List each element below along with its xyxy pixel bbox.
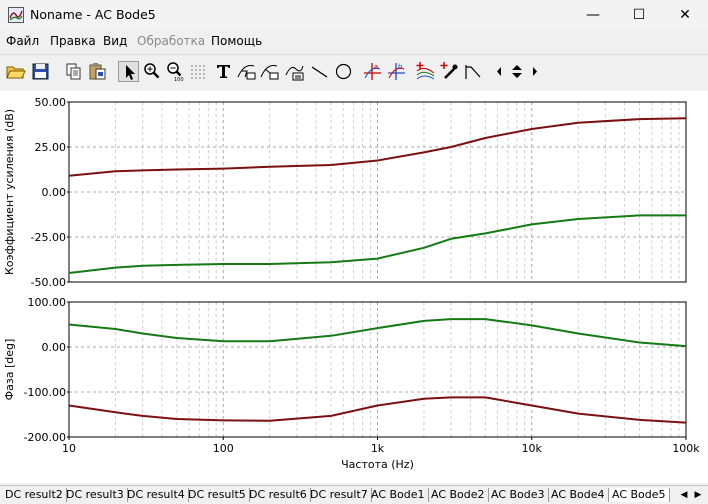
y-tick-label: 25.00	[35, 141, 67, 154]
tab-dc-result4[interactable]: DC result4	[124, 488, 189, 502]
result-tabs: DC result2 DC result3 DC result4 DC resu…	[0, 485, 708, 504]
circle-tool-icon	[335, 63, 352, 80]
menu-bar: Файл Правка Вид Обработка Помощь	[0, 30, 708, 52]
zoom-in-button[interactable]	[141, 61, 162, 82]
grid-dots-icon	[191, 65, 205, 79]
zoom-in-icon	[144, 63, 160, 79]
y-tick-label: 100.00	[28, 296, 67, 309]
zoom-out-icon: 100	[167, 62, 184, 82]
bode-asymptote-button[interactable]	[463, 61, 484, 82]
curve-label-alt-icon	[260, 65, 279, 80]
curve-label-button[interactable]	[236, 61, 257, 82]
tab-dc-result5[interactable]: DC result5	[185, 488, 250, 502]
equation-label-icon	[285, 65, 304, 81]
pick-color-icon	[440, 62, 458, 79]
grid-button[interactable]	[188, 61, 209, 82]
y-axis-label: Коэффициент усиления (dB)	[3, 109, 16, 275]
y-axis-label: Фаза [deg]	[3, 339, 16, 401]
menu-edit[interactable]: Правка	[50, 34, 96, 48]
y-tick-label: -25.00	[31, 231, 66, 244]
pick-color-button[interactable]	[439, 61, 460, 82]
svg-text:a: a	[374, 63, 378, 71]
tab-scroll-right-icon[interactable]: ▶	[692, 488, 704, 502]
close-icon: ✕	[679, 7, 691, 23]
y-tick-label: 0.00	[42, 341, 67, 354]
svg-text:b: b	[398, 63, 403, 71]
y-tick-label: -200.00	[24, 431, 66, 444]
y-tick-label: 0.00	[42, 186, 67, 199]
add-curve-icon	[416, 62, 435, 80]
scroll-left-icon	[497, 67, 501, 76]
cursor-b-icon: b	[388, 63, 405, 80]
x-tick-label: 100k	[672, 442, 700, 455]
curve-label-icon	[237, 65, 256, 80]
tab-ac-bode2[interactable]: AC Bode2	[428, 488, 489, 502]
circle-tool-button[interactable]	[333, 61, 354, 82]
pointer-button[interactable]	[118, 61, 139, 82]
maximize-icon: ☐	[632, 7, 646, 23]
scroll-left-button[interactable]	[493, 61, 505, 82]
app-icon	[8, 7, 24, 23]
maximize-button[interactable]: ☐	[616, 0, 662, 30]
x-tick-label: 100	[213, 442, 234, 455]
menu-file[interactable]: Файл	[6, 34, 39, 48]
equation-label-button[interactable]	[284, 61, 305, 82]
scroll-updown-icon	[512, 65, 522, 78]
scroll-right-icon	[533, 67, 537, 76]
tab-dc-result6[interactable]: DC result6	[246, 488, 311, 502]
text-tool-icon	[217, 65, 230, 78]
cursor-b-button[interactable]: b	[386, 61, 407, 82]
save-disk-icon	[32, 63, 49, 80]
save-button[interactable]	[30, 61, 51, 82]
x-axis-label: Частота (Hz)	[341, 458, 414, 471]
bode-asymptote-icon	[465, 65, 481, 79]
cursor-a-icon: a	[364, 63, 381, 80]
cursor-a-button[interactable]: a	[362, 61, 383, 82]
window-title: Noname - AC Bode5	[30, 7, 156, 22]
tab-ac-bode5[interactable]: AC Bode5	[609, 488, 670, 502]
bode-plot[interactable]: 50.00 25.00 0.00 -25.00 -50.00 Коэффициент ус…	[0, 91, 708, 483]
paste-icon	[89, 63, 106, 80]
tab-ac-bode1[interactable]: AC Bode1	[368, 488, 429, 502]
menu-processing[interactable]: Обработка	[137, 34, 205, 48]
copy-button[interactable]	[63, 61, 84, 82]
bode-plot-area[interactable]: 50.00 25.00 0.00 -25.00 -50.00 Коэффициент ус…	[0, 91, 708, 483]
tab-dc-result3[interactable]: DC result3	[63, 488, 128, 502]
tab-dc-result7[interactable]: DC result7	[307, 488, 372, 502]
menu-view[interactable]: Вид	[103, 34, 127, 48]
minimize-button[interactable]: —	[570, 0, 616, 30]
scroll-right-button[interactable]	[529, 61, 541, 82]
toolbar: 100 a b	[0, 54, 708, 91]
zoom-out-caption: 100	[174, 77, 184, 82]
close-button[interactable]: ✕	[662, 0, 708, 30]
menu-help[interactable]: Помощь	[211, 34, 262, 48]
x-tick-label: 1k	[371, 442, 385, 455]
tab-ac-bode3[interactable]: AC Bode3	[488, 488, 549, 502]
minimize-icon: —	[586, 7, 600, 23]
open-folder-icon	[6, 66, 26, 79]
tab-scroll-left-icon[interactable]: ◀	[678, 488, 690, 502]
zoom-out-button[interactable]: 100	[164, 61, 185, 82]
tab-ac-bode4[interactable]: AC Bode4	[548, 488, 609, 502]
y-tick-label: -50.00	[31, 276, 66, 289]
scroll-updown-button[interactable]	[506, 61, 528, 82]
curve-label-alt-button[interactable]	[259, 61, 280, 82]
y-tick-label: -100.00	[24, 386, 66, 399]
pointer-icon	[126, 65, 135, 80]
copy-icon	[66, 63, 81, 80]
text-tool-button[interactable]	[213, 61, 234, 82]
title-bar: Noname - AC Bode5 — ☐ ✕	[0, 0, 708, 30]
open-button[interactable]	[5, 61, 26, 82]
y-tick-label: 50.00	[35, 96, 67, 109]
x-tick-label: 10	[62, 442, 76, 455]
tab-dc-result2[interactable]: DC result2	[2, 488, 67, 502]
add-curve-button[interactable]	[415, 61, 436, 82]
line-tool-button[interactable]	[309, 61, 330, 82]
line-tool-icon	[311, 66, 328, 78]
paste-button[interactable]	[87, 61, 108, 82]
x-tick-label: 10k	[522, 442, 543, 455]
